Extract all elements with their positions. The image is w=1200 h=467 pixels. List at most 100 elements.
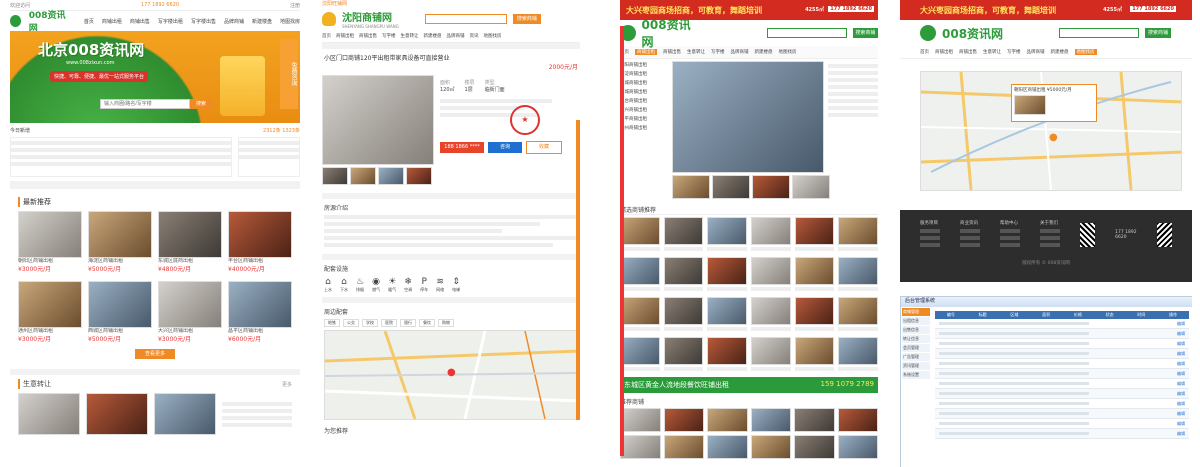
edit-link[interactable]: 编辑 — [1177, 391, 1185, 397]
edit-link[interactable]: 编辑 — [1177, 351, 1185, 357]
table-row[interactable]: 编辑 — [935, 359, 1189, 369]
left-float-bar[interactable] — [620, 26, 624, 456]
transfer-image[interactable] — [18, 393, 80, 435]
listing-photo[interactable] — [620, 297, 660, 325]
listing-card[interactable] — [663, 257, 704, 291]
table-row[interactable]: 编辑 — [935, 429, 1189, 439]
category-item[interactable]: 通州商铺出租 — [620, 124, 668, 133]
admin-menu-item[interactable]: 出租信息 — [902, 317, 930, 325]
nav-item[interactable]: 地图找房 — [779, 49, 797, 55]
table-row[interactable]: 编辑 — [935, 369, 1189, 379]
edit-link[interactable]: 编辑 — [1177, 421, 1185, 427]
listing-card[interactable]: 东城区底商出租 ¥4800元/月 — [158, 211, 222, 273]
listing-card[interactable] — [663, 337, 704, 371]
admin-menu-item[interactable]: 资讯管理 — [902, 362, 930, 370]
featured-thumb[interactable] — [792, 175, 830, 199]
nav-item[interactable]: 首页 — [322, 33, 331, 39]
search-button[interactable]: 搜索商铺 — [1145, 28, 1172, 38]
nav-item[interactable]: 商铺出售 — [663, 49, 681, 55]
listing-card[interactable] — [663, 217, 704, 251]
listing-photo[interactable] — [620, 408, 661, 432]
nav-item[interactable]: 品牌商铺 — [224, 18, 244, 25]
search-button[interactable]: 搜索 — [190, 99, 212, 109]
listing-photo[interactable] — [794, 408, 835, 432]
nav-item[interactable]: 商铺出售 — [959, 49, 977, 55]
nav-item[interactable]: 新建楼盘 — [424, 33, 442, 39]
transfer-image[interactable] — [86, 393, 148, 435]
photo-thumb[interactable] — [406, 167, 432, 185]
listing-photo[interactable] — [838, 257, 878, 285]
edit-link[interactable]: 编辑 — [1177, 361, 1185, 367]
map-tab[interactable]: 地铁 — [324, 319, 340, 327]
nav-item[interactable]: 写字楼 — [1007, 49, 1021, 55]
edit-link[interactable]: 编辑 — [1177, 381, 1185, 387]
listing-card[interactable]: 昌平区商铺出租 ¥6000元/月 — [228, 281, 292, 343]
search-input[interactable] — [100, 99, 190, 109]
photo-thumb[interactable] — [378, 167, 404, 185]
listing-photo[interactable] — [707, 297, 747, 325]
listing-photo[interactable] — [751, 217, 791, 245]
map-tab[interactable]: 学校 — [362, 319, 378, 327]
listing-photo[interactable] — [663, 435, 704, 459]
edit-link[interactable]: 编辑 — [1177, 411, 1185, 417]
listing-photo[interactable] — [838, 217, 878, 245]
listing-photo[interactable] — [794, 337, 835, 365]
listing-photo[interactable] — [751, 257, 791, 285]
listing-photo[interactable] — [838, 337, 878, 365]
nav-item[interactable]: 地图找房 — [280, 18, 300, 25]
listing-card[interactable] — [620, 297, 660, 331]
admin-menu-item[interactable]: 广告管理 — [902, 353, 930, 361]
nav-item[interactable]: 生意转让 — [401, 33, 419, 39]
listing-card[interactable]: 海淀区商铺出租 ¥5000元/月 — [88, 211, 152, 273]
listing-card[interactable] — [751, 257, 791, 291]
nav-item[interactable]: 新建楼盘 — [755, 49, 773, 55]
nav-item[interactable]: 品牌商铺 — [1027, 49, 1045, 55]
table-row[interactable]: 编辑 — [935, 339, 1189, 349]
nav-item[interactable]: 写字楼 — [382, 33, 396, 39]
listing-photo[interactable] — [837, 408, 878, 432]
category-item[interactable]: 朝阳商铺出租 — [620, 61, 668, 70]
listing-card[interactable] — [838, 337, 878, 371]
listing-photo[interactable] — [750, 435, 791, 459]
listing-photo[interactable] — [794, 217, 835, 245]
listing-card[interactable] — [751, 297, 791, 331]
search-button[interactable]: 搜索商铺 — [852, 28, 878, 38]
listing-photo[interactable] — [663, 257, 704, 285]
photo-thumb[interactable] — [322, 167, 348, 185]
mid-ad-banner[interactable]: 东城区黄金人流地段餐饮旺铺出租 159 1079 2789 — [620, 377, 878, 393]
filter-box[interactable] — [10, 137, 232, 177]
nav-item[interactable]: 商铺出售 — [359, 33, 377, 39]
listing-card[interactable]: 通州区商铺出租 ¥3000元/月 — [18, 281, 82, 343]
listing-card[interactable] — [751, 217, 791, 251]
table-row[interactable]: 编辑 — [935, 319, 1189, 329]
top-ad-banner[interactable]: 大兴枣园商场招商，可教育，舞蹈培训 4255㎡ 177 1892 6620 — [900, 0, 1192, 20]
table-row[interactable]: 编辑 — [935, 379, 1189, 389]
listing-photo[interactable] — [794, 435, 835, 459]
side-consult-button[interactable]: 免费咨询 — [280, 39, 298, 109]
listing-photo[interactable] — [707, 435, 748, 459]
nav-item[interactable]: 地图找房 — [484, 33, 502, 39]
listing-card[interactable]: 西城区商铺出租 ¥5000元/月 — [88, 281, 152, 343]
nav-item[interactable]: 生意转让 — [983, 49, 1001, 55]
listing-card[interactable] — [707, 217, 747, 251]
listing-photo[interactable] — [707, 337, 747, 365]
listing-card[interactable] — [620, 217, 660, 251]
map-popup[interactable]: 朝阳区商铺出租 ¥5000元/月 — [1011, 84, 1097, 122]
listing-photo[interactable] — [751, 337, 791, 365]
map-tab[interactable]: 医院 — [381, 319, 397, 327]
listing-card[interactable] — [794, 217, 835, 251]
listing-photo[interactable] — [663, 337, 704, 365]
main-photo[interactable] — [322, 75, 434, 165]
search-input[interactable] — [424, 14, 507, 24]
listing-photo[interactable] — [620, 257, 660, 285]
listing-card[interactable]: 朝阳区商铺出租 ¥3000元/月 — [18, 211, 82, 273]
listing-card[interactable] — [620, 257, 660, 291]
listing-card[interactable] — [838, 257, 878, 291]
table-row[interactable]: 编辑 — [935, 389, 1189, 399]
map-view[interactable]: 朝阳区商铺出租 ¥5000元/月 ● — [920, 71, 1182, 191]
table-row[interactable]: 编辑 — [935, 329, 1189, 339]
map-tab[interactable]: 银行 — [400, 319, 416, 327]
more-button[interactable]: 查看更多 — [135, 349, 175, 359]
listing-photo[interactable] — [838, 297, 878, 325]
brand-name[interactable]: 008资讯网 — [642, 16, 701, 50]
